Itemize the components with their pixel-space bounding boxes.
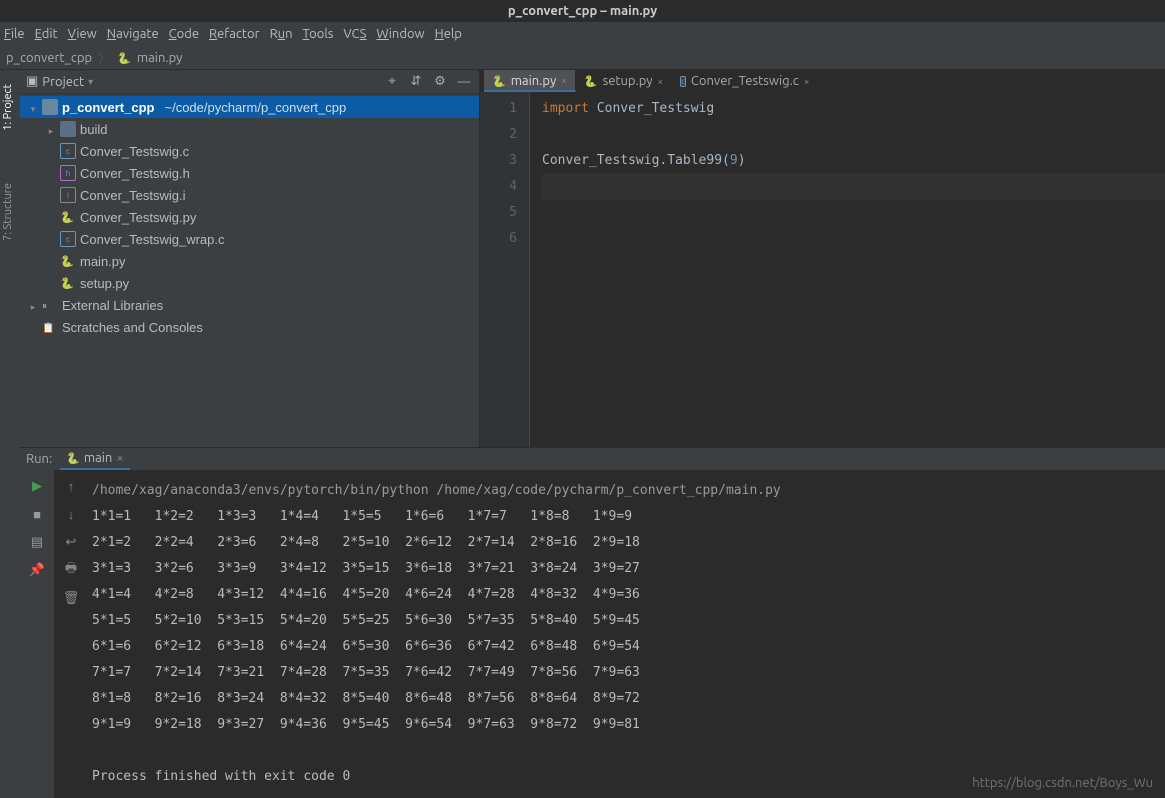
breadcrumb-file[interactable]: main.py bbox=[137, 51, 183, 65]
watermark: https://blog.csdn.net/Boys_Wu bbox=[972, 776, 1153, 790]
editor-tab-main[interactable]: main.py× bbox=[484, 70, 576, 92]
i-file-icon bbox=[60, 187, 76, 203]
python-file-icon bbox=[584, 74, 598, 88]
python-file-icon bbox=[60, 275, 76, 291]
run-panel: Run: main × ▶ ■ ▤ 📌 ↑ ↓ ↩ 🖶 🗑 /home/xag/… bbox=[20, 447, 1165, 798]
tree-folder-build[interactable]: build bbox=[20, 118, 479, 140]
menu-vcs[interactable]: VCS bbox=[343, 27, 366, 41]
h-file-icon bbox=[60, 165, 76, 181]
menu-help[interactable]: Help bbox=[435, 27, 462, 41]
tree-file[interactable]: Conver_Testswig_wrap.c bbox=[20, 228, 479, 250]
console-output[interactable]: /home/xag/anaconda3/envs/pytorch/bin/pyt… bbox=[88, 470, 1165, 798]
library-icon bbox=[42, 297, 58, 313]
python-file-icon bbox=[60, 209, 76, 225]
chevron-right-icon[interactable] bbox=[46, 122, 56, 137]
menu-navigate[interactable]: Navigate bbox=[107, 27, 159, 41]
workspace: ▣ Project ▾ ⌖ ⇵ ⚙ — p_convert_cpp ~/code… bbox=[20, 70, 1165, 798]
tree-root[interactable]: p_convert_cpp ~/code/pycharm/p_convert_c… bbox=[20, 96, 479, 118]
wrap-icon[interactable]: ↩ bbox=[61, 532, 81, 552]
breadcrumb: p_convert_cpp 〉 main.py bbox=[0, 46, 1165, 70]
menu-window[interactable]: Window bbox=[376, 27, 424, 41]
close-icon[interactable]: × bbox=[804, 76, 810, 87]
tree-file[interactable]: Conver_Testswig.c bbox=[20, 140, 479, 162]
chevron-down-icon[interactable] bbox=[28, 100, 38, 115]
menu-tools[interactable]: Tools bbox=[303, 27, 334, 41]
folder-icon bbox=[42, 99, 58, 115]
chevron-down-icon: ▾ bbox=[88, 76, 93, 88]
run-tab-main[interactable]: main × bbox=[60, 448, 130, 470]
close-icon[interactable]: × bbox=[658, 76, 664, 87]
tree-file[interactable]: main.py bbox=[20, 250, 479, 272]
titlebar: p_convert_cpp – main.py bbox=[0, 0, 1165, 22]
folder-icon bbox=[60, 121, 76, 137]
project-tool-tab[interactable]: 1: Project bbox=[0, 78, 16, 137]
tree-file[interactable]: Conver_Testswig.h bbox=[20, 162, 479, 184]
menu-file[interactable]: File bbox=[4, 27, 25, 41]
python-file-icon bbox=[60, 253, 76, 269]
project-panel-title[interactable]: ▣ Project ▾ bbox=[26, 74, 377, 89]
menu-view[interactable]: View bbox=[68, 27, 97, 41]
menu-run[interactable]: Run bbox=[270, 27, 293, 41]
c-file-icon bbox=[680, 76, 686, 87]
scratch-icon bbox=[42, 319, 58, 335]
tree-file[interactable]: Conver_Testswig.i bbox=[20, 184, 479, 206]
code-text[interactable]: import Conver_Testswig Conver_Testswig.T… bbox=[530, 92, 1165, 447]
close-icon[interactable]: × bbox=[561, 75, 567, 86]
menubar: File Edit View Navigate Code Refactor Ru… bbox=[0, 22, 1165, 46]
collapse-icon[interactable]: ⇵ bbox=[407, 73, 425, 91]
stop-button[interactable]: ■ bbox=[27, 504, 47, 524]
hide-icon[interactable]: — bbox=[455, 73, 473, 91]
tree-file[interactable]: setup.py bbox=[20, 272, 479, 294]
code-area[interactable]: 123456 import Conver_Testswig Conver_Tes… bbox=[480, 92, 1165, 447]
window-title: p_convert_cpp – main.py bbox=[508, 4, 657, 18]
project-tree[interactable]: p_convert_cpp ~/code/pycharm/p_convert_c… bbox=[20, 94, 479, 447]
tool-window-strip: 1: Project 7: Structure bbox=[0, 70, 20, 798]
menu-code[interactable]: Code bbox=[169, 27, 199, 41]
chevron-right-icon[interactable] bbox=[28, 298, 38, 313]
python-file-icon bbox=[492, 74, 506, 88]
project-panel-header: ▣ Project ▾ ⌖ ⇵ ⚙ — bbox=[20, 70, 479, 94]
menu-refactor[interactable]: Refactor bbox=[209, 27, 260, 41]
python-file-icon bbox=[117, 51, 131, 65]
run-panel-header: Run: main × bbox=[20, 448, 1165, 470]
tree-external-libs[interactable]: External Libraries bbox=[20, 294, 479, 316]
layout-icon[interactable]: ▤ bbox=[27, 532, 47, 552]
run-toolbar-left: ▶ ■ ▤ 📌 bbox=[20, 470, 54, 798]
tree-file[interactable]: Conver_Testswig.py bbox=[20, 206, 479, 228]
gutter: 123456 bbox=[480, 92, 530, 447]
run-body: ▶ ■ ▤ 📌 ↑ ↓ ↩ 🖶 🗑 /home/xag/anaconda3/en… bbox=[20, 470, 1165, 798]
editor-tab-conver[interactable]: Conver_Testswig.c× bbox=[672, 70, 818, 92]
down-icon[interactable]: ↓ bbox=[61, 504, 81, 524]
structure-tool-tab[interactable]: 7: Structure bbox=[0, 177, 16, 247]
upper-split: ▣ Project ▾ ⌖ ⇵ ⚙ — p_convert_cpp ~/code… bbox=[20, 70, 1165, 447]
tree-scratches[interactable]: Scratches and Consoles bbox=[20, 316, 479, 338]
pin-icon[interactable]: 📌 bbox=[27, 560, 47, 580]
gear-icon[interactable]: ⚙ bbox=[431, 73, 449, 91]
c-file-icon bbox=[60, 231, 76, 247]
run-button[interactable]: ▶ bbox=[27, 476, 47, 496]
trash-icon[interactable]: 🗑 bbox=[61, 588, 81, 608]
c-file-icon bbox=[60, 143, 76, 159]
breadcrumb-root[interactable]: p_convert_cpp bbox=[6, 51, 92, 65]
menu-edit[interactable]: Edit bbox=[35, 27, 58, 41]
close-icon[interactable]: × bbox=[116, 451, 123, 465]
run-toolbar-right: ↑ ↓ ↩ 🖶 🗑 bbox=[54, 470, 88, 798]
locate-icon[interactable]: ⌖ bbox=[383, 73, 401, 91]
python-file-icon bbox=[66, 451, 80, 465]
editor-tabs: main.py× setup.py× Conver_Testswig.c× bbox=[480, 70, 1165, 92]
print-icon[interactable]: 🖶 bbox=[61, 560, 81, 580]
chevron-right-icon: 〉 bbox=[98, 48, 111, 67]
editor-tab-setup[interactable]: setup.py× bbox=[576, 70, 672, 92]
project-panel: ▣ Project ▾ ⌖ ⇵ ⚙ — p_convert_cpp ~/code… bbox=[20, 70, 480, 447]
project-view-icon: ▣ bbox=[26, 74, 38, 89]
editor: main.py× setup.py× Conver_Testswig.c× 12… bbox=[480, 70, 1165, 447]
run-label: Run: bbox=[26, 452, 52, 466]
up-icon[interactable]: ↑ bbox=[61, 476, 81, 496]
